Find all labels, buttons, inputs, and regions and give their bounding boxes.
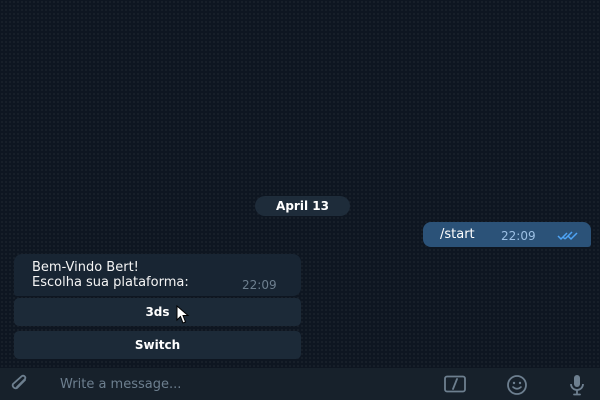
outgoing-message[interactable]: /start 22:09 [423,222,591,247]
microphone-icon[interactable] [568,374,586,396]
incoming-message[interactable]: Bem-Vindo Bert! Escolha sua plataforma: … [14,254,301,296]
outgoing-message-time: 22:09 [501,229,536,243]
message-input[interactable] [60,374,420,394]
incoming-message-line: Bem-Vindo Bert! [32,260,139,275]
commands-icon[interactable] [443,375,467,393]
double-check-icon [557,231,578,241]
incoming-message-line: Escolha sua plataforma: [32,275,189,290]
paperclip-icon[interactable] [10,374,32,394]
incoming-message-time: 22:09 [242,278,277,292]
chat-area: April 13 /start 22:09 Bem-Vindo Bert! Es… [0,0,600,368]
keyboard-button-switch[interactable]: Switch [14,331,301,359]
date-separator: April 13 [255,196,350,216]
keyboard-button-3ds[interactable]: 3ds [14,298,301,326]
mouse-cursor-icon [176,305,190,324]
composer-bar [0,368,600,400]
outgoing-message-text: /start [440,227,475,242]
emoji-icon[interactable] [506,374,528,396]
